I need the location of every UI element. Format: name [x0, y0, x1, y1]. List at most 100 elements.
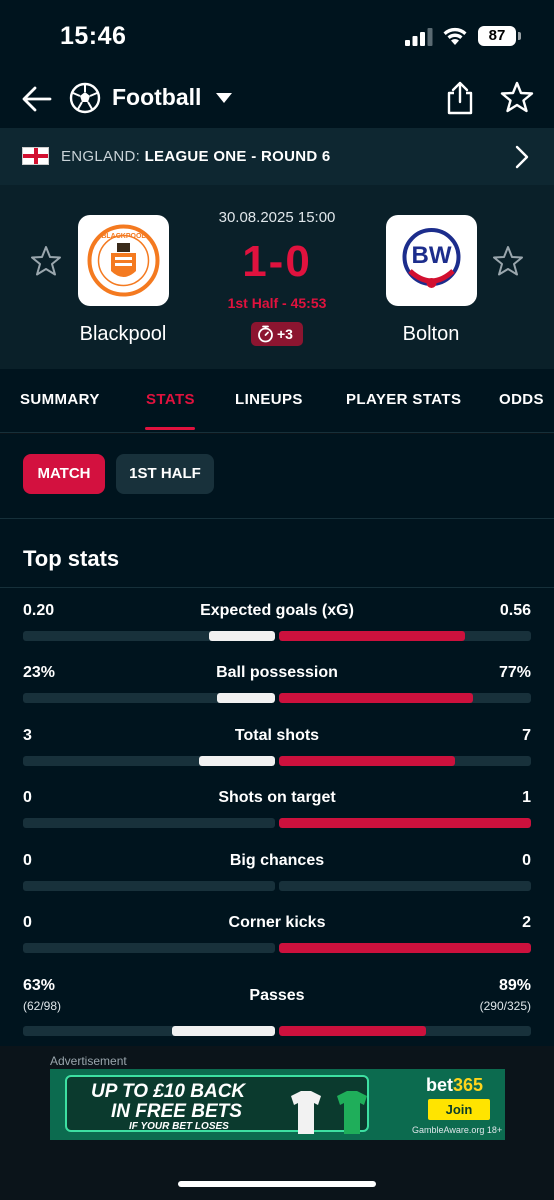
- blackpool-crest-icon: BLACKPOOL: [87, 224, 160, 297]
- stat-label: Expected goals (xG): [200, 602, 354, 619]
- section-title: Top stats: [23, 546, 120, 571]
- stat-home-bar-fill: [171, 1026, 275, 1036]
- stat-home-bar-fill: [217, 693, 275, 703]
- stat-home-value: 23%: [23, 664, 56, 681]
- stat-home-bar: [23, 693, 275, 703]
- stat-away-bar: [279, 881, 531, 891]
- football-icon: [69, 82, 101, 114]
- stat-home-bar-fill: [199, 756, 275, 766]
- stat-away-bar-fill: [279, 693, 474, 703]
- active-tab-indicator: [145, 427, 195, 430]
- stat-away-bar: [279, 631, 531, 641]
- home-indicator[interactable]: [178, 1181, 376, 1187]
- stat-away-value: 1: [522, 789, 531, 806]
- match-date: 30.08.2025 15:00: [218, 209, 336, 226]
- home-team-name[interactable]: Blackpool: [43, 323, 203, 346]
- stat-home-bar: [23, 943, 275, 953]
- arrow-left-icon[interactable]: [20, 82, 54, 116]
- star-outline-icon[interactable]: [500, 80, 534, 114]
- stat-home-value: 0: [23, 914, 32, 931]
- stat-home-bar: [23, 881, 275, 891]
- league-bar[interactable]: ENGLAND: LEAGUE ONE - ROUND 6: [0, 128, 554, 185]
- league-country: ENGLAND:: [61, 148, 145, 165]
- stats-content: MATCH 1ST HALF Top stats 0.20 Expected go…: [0, 434, 554, 1046]
- stat-home-value: 0: [23, 789, 32, 806]
- stat-home-value: 0: [23, 852, 32, 869]
- stat-away-value: 7: [522, 727, 531, 744]
- football-shirts-icon: [291, 1091, 367, 1134]
- ad-headline-2: IN FREE BETS: [111, 1101, 242, 1122]
- match-score: 1-0: [242, 237, 312, 286]
- ad-banner[interactable]: UP TO £10 BACK IN FREE BETS IF YOUR BET …: [50, 1069, 505, 1140]
- stat-away-bar: [279, 693, 531, 703]
- stat-away-value: 0.56: [499, 602, 531, 619]
- stat-home-value: 63%: [23, 977, 56, 994]
- stat-home-value: 0.20: [23, 602, 55, 619]
- stat-home-detail: (62/98): [23, 999, 62, 1013]
- home-team-badge[interactable]: BLACKPOOL: [78, 215, 169, 306]
- period-chip-first-half[interactable]: 1ST HALF: [116, 454, 214, 494]
- away-team-badge[interactable]: BW: [386, 215, 477, 306]
- stat-away-value: 2: [522, 914, 531, 931]
- stat-label: Corner kicks: [228, 914, 326, 931]
- stat-away-value: 77%: [498, 664, 531, 681]
- cellular-signal-icon: [405, 28, 433, 46]
- england-flag-icon: [22, 147, 49, 165]
- divider: [0, 587, 554, 588]
- ad-brand-part-a: bet: [426, 1075, 453, 1095]
- tab-player-stats[interactable]: PLAYER STATS: [346, 391, 461, 408]
- tab-stats[interactable]: STATS: [146, 391, 195, 408]
- ad-gambleaware: GambleAware.org 18+: [412, 1125, 503, 1135]
- stat-away-bar-fill: [279, 818, 531, 828]
- stat-home-bar: [23, 818, 275, 828]
- stat-home-bar: [23, 1026, 275, 1036]
- match-tabs: SUMMARY STATS LINEUPS PLAYER STATS ODDS: [0, 369, 554, 433]
- ad-brand-logo: bet365: [426, 1075, 483, 1096]
- stat-away-bar-fill: [279, 943, 531, 953]
- tab-summary[interactable]: SUMMARY: [20, 391, 100, 408]
- svg-text:BLACKPOOL: BLACKPOOL: [101, 233, 146, 240]
- ad-label: Advertisement: [50, 1054, 127, 1068]
- stat-home-bar: [23, 631, 275, 641]
- stopwatch-icon: [258, 325, 273, 343]
- stat-away-bar: [279, 1026, 531, 1036]
- ad-brand-part-b: 365: [453, 1075, 484, 1095]
- stat-home-value: 3: [23, 727, 32, 744]
- home-team-favorite-star-icon[interactable]: [30, 245, 62, 277]
- tab-odds[interactable]: ODDS: [499, 391, 544, 408]
- stat-away-value: 89%: [498, 977, 531, 994]
- stat-label: Total shots: [234, 727, 320, 744]
- stat-away-bar-fill: [279, 1026, 427, 1036]
- stat-away-bar: [279, 818, 531, 828]
- match-status: 1st Half - 45:53: [227, 295, 327, 311]
- battery-indicator: 87: [478, 26, 516, 46]
- stat-label: Passes: [249, 987, 305, 1004]
- away-team-favorite-star-icon[interactable]: [492, 245, 524, 277]
- ad-small-print: IF YOUR BET LOSES: [129, 1121, 229, 1132]
- chevron-right-icon[interactable]: [514, 145, 530, 169]
- share-icon[interactable]: [445, 80, 475, 116]
- match-header: BLACKPOOL Blackpool 30.08.2025 15:00 1-0…: [0, 185, 554, 369]
- period-chip-match[interactable]: MATCH: [23, 454, 105, 494]
- stat-away-bar: [279, 943, 531, 953]
- stat-home-bar: [23, 756, 275, 766]
- tab-lineups[interactable]: LINEUPS: [235, 391, 303, 408]
- added-time-value: +3: [277, 326, 293, 342]
- away-team-name[interactable]: Bolton: [351, 323, 511, 346]
- sport-selector-label[interactable]: Football: [112, 84, 201, 111]
- advertisement-area: Advertisement UP TO £10 BACK IN FREE BET…: [0, 1046, 554, 1200]
- bolton-crest-icon: BW: [402, 228, 461, 288]
- wifi-icon: [443, 27, 467, 45]
- stat-away-bar: [279, 756, 531, 766]
- stat-label: Big chances: [229, 852, 325, 869]
- stat-label: Shots on target: [218, 789, 336, 806]
- stat-away-bar-fill: [279, 631, 465, 641]
- league-name: LEAGUE ONE - ROUND 6: [144, 148, 331, 165]
- league-label: ENGLAND: LEAGUE ONE - ROUND 6: [61, 148, 331, 165]
- stat-away-bar-fill: [279, 756, 456, 766]
- status-time: 15:46: [60, 22, 127, 50]
- top-nav-bar: Football: [0, 72, 554, 128]
- stat-home-bar-fill: [208, 631, 275, 641]
- ad-join-button[interactable]: Join: [428, 1099, 490, 1120]
- caret-down-icon[interactable]: [215, 92, 233, 104]
